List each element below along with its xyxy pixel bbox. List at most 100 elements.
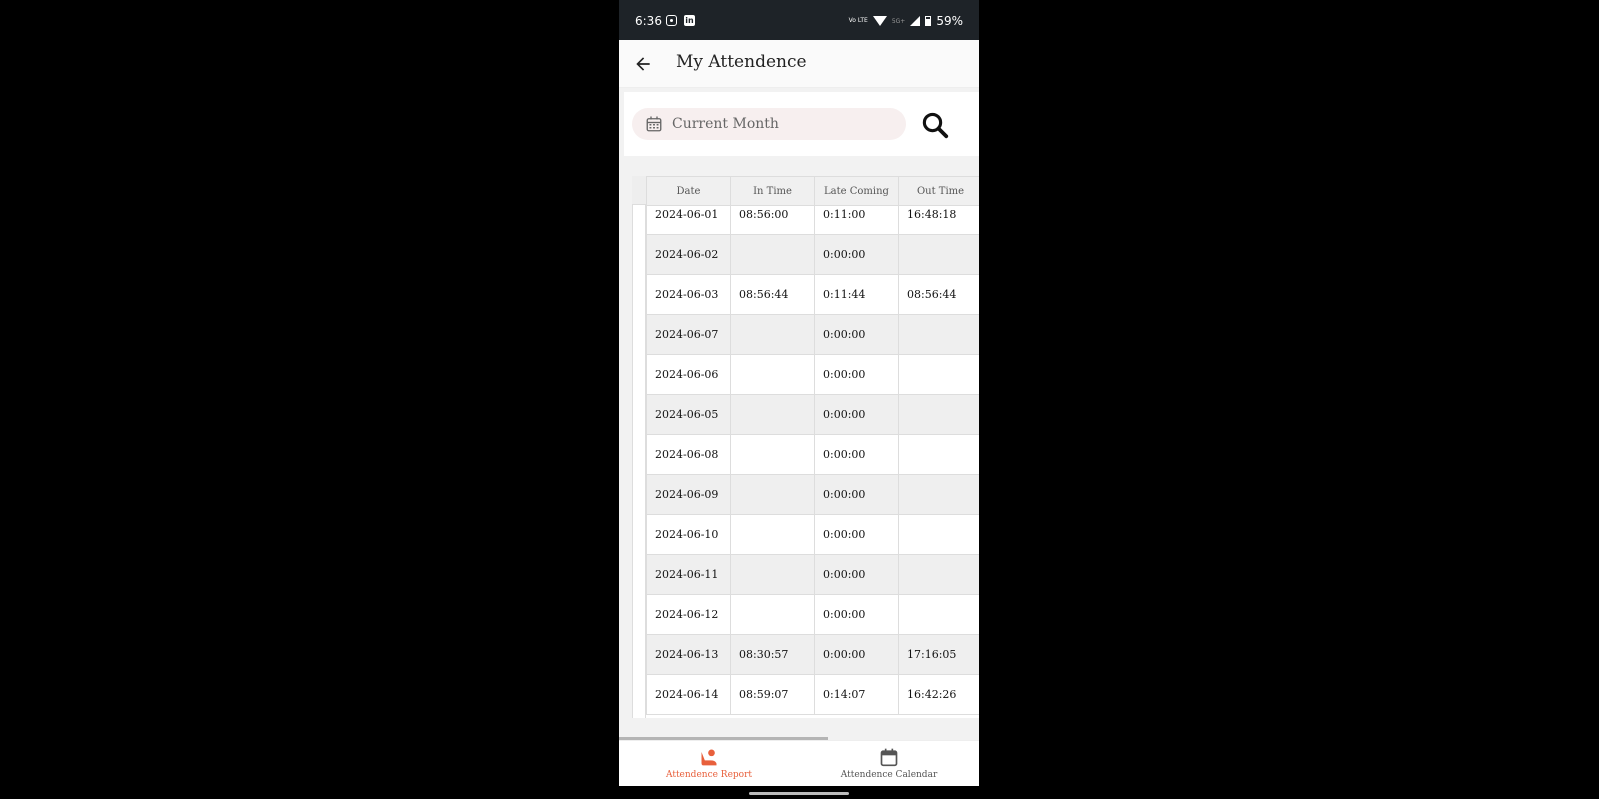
cell-out-time xyxy=(898,234,979,275)
cell-out-time: 16:48:18 xyxy=(898,205,979,235)
column-header-late-coming[interactable]: Late Coming xyxy=(814,176,899,206)
table-row[interactable]: 2024-06-14 08:59:07 0:14:07 16:42:26 xyxy=(646,674,979,715)
cell-date: 2024-06-14 xyxy=(646,674,731,715)
cell-date: 2024-06-06 xyxy=(646,354,731,395)
cell-in-time xyxy=(730,554,815,595)
page-title: My Attendence xyxy=(676,52,807,72)
battery-icon xyxy=(925,16,932,26)
cell-late-coming: 0:14:07 xyxy=(814,674,899,715)
status-right-group: Vo LTE 5G+ 59% xyxy=(849,14,963,28)
column-header-in-time[interactable]: In Time xyxy=(730,176,815,206)
search-icon[interactable] xyxy=(920,110,950,140)
column-header-out-time[interactable]: Out Time xyxy=(898,176,979,206)
bottom-navigation: Attendence Report Attendence Calendar xyxy=(619,740,979,786)
cell-out-time xyxy=(898,554,979,595)
nav-label-report: Attendence Report xyxy=(665,770,752,780)
battery-percent: 59% xyxy=(936,14,963,28)
cell-out-time xyxy=(898,394,979,435)
nav-attendance-report[interactable]: Attendence Report xyxy=(619,741,799,787)
signal-icon xyxy=(910,16,921,26)
cell-in-time xyxy=(730,354,815,395)
volte-icon: Vo LTE xyxy=(848,17,868,24)
cell-in-time xyxy=(730,314,815,355)
phone-screen: 6:36 in Vo LTE 5G+ 59% My Attendence Cur… xyxy=(619,0,979,799)
cell-date: 2024-06-10 xyxy=(646,514,731,555)
month-placeholder: Current Month xyxy=(672,116,779,132)
cell-date: 2024-06-12 xyxy=(646,594,731,635)
cell-late-coming: 0:00:00 xyxy=(814,474,899,515)
row-header-corner xyxy=(632,176,646,205)
cell-date: 2024-06-08 xyxy=(646,434,731,475)
linkedin-icon: in xyxy=(684,15,695,26)
cell-out-time xyxy=(898,514,979,555)
cell-in-time xyxy=(730,514,815,555)
month-picker-field[interactable]: Current Month xyxy=(632,108,906,140)
calendar-icon xyxy=(880,748,898,767)
cell-date: 2024-06-13 xyxy=(646,634,731,675)
cell-late-coming: 0:00:00 xyxy=(814,554,899,595)
table-row[interactable]: 2024-06-02 0:00:00 xyxy=(646,234,979,275)
cell-out-time xyxy=(898,434,979,475)
cell-late-coming: 0:00:00 xyxy=(814,354,899,395)
cell-late-coming: 0:00:00 xyxy=(814,634,899,675)
app-bar: My Attendence xyxy=(619,40,979,88)
table-row[interactable]: 2024-06-06 0:00:00 xyxy=(646,354,979,395)
cell-date: 2024-06-11 xyxy=(646,554,731,595)
cell-late-coming: 0:11:44 xyxy=(814,274,899,315)
table-row[interactable]: 2024-06-12 0:00:00 xyxy=(646,594,979,635)
cell-date: 2024-06-09 xyxy=(646,474,731,515)
cell-late-coming: 0:00:00 xyxy=(814,234,899,275)
cell-date: 2024-06-03 xyxy=(646,274,731,315)
cell-out-time xyxy=(898,594,979,635)
cell-in-time: 08:59:07 xyxy=(730,674,815,715)
cell-out-time xyxy=(898,354,979,395)
cell-in-time xyxy=(730,234,815,275)
attendance-table-container[interactable]: Date In Time Late Coming Out Time 2024-0… xyxy=(632,176,979,718)
settings-notification-icon xyxy=(666,15,677,26)
cell-in-time xyxy=(730,474,815,515)
cell-in-time: 08:56:44 xyxy=(730,274,815,315)
cell-in-time: 08:30:57 xyxy=(730,634,815,675)
cell-late-coming: 0:11:00 xyxy=(814,205,899,235)
cell-out-time: 17:16:05 xyxy=(898,634,979,675)
table-header-row: Date In Time Late Coming Out Time xyxy=(646,176,979,206)
wifi-icon xyxy=(872,16,887,26)
cell-out-time xyxy=(898,474,979,515)
cell-late-coming: 0:00:00 xyxy=(814,394,899,435)
cell-in-time xyxy=(730,434,815,475)
network-type-icon: 5G+ xyxy=(891,17,906,25)
nav-attendance-calendar[interactable]: Attendence Calendar xyxy=(799,741,979,787)
gesture-navigation-bar[interactable] xyxy=(749,792,849,795)
cell-late-coming: 0:00:00 xyxy=(814,514,899,555)
cell-out-time: 08:56:44 xyxy=(898,274,979,315)
table-body: 2024-06-01 08:56:00 0:11:00 16:48:18 2024-06… xyxy=(646,205,979,715)
cell-out-time: 16:42:26 xyxy=(898,674,979,715)
status-bar: 6:36 in Vo LTE 5G+ 59% xyxy=(619,0,979,40)
column-header-date[interactable]: Date xyxy=(646,176,731,206)
table-row[interactable]: 2024-06-01 08:56:00 0:11:00 16:48:18 xyxy=(646,205,979,235)
cell-in-time xyxy=(730,594,815,635)
calendar-icon xyxy=(646,116,662,132)
status-time: 6:36 xyxy=(635,14,662,28)
table-row[interactable]: 2024-06-09 0:00:00 xyxy=(646,474,979,515)
table-row[interactable]: 2024-06-05 0:00:00 xyxy=(646,394,979,435)
table-row[interactable]: 2024-06-11 0:00:00 xyxy=(646,554,979,595)
cell-late-coming: 0:00:00 xyxy=(814,594,899,635)
filter-card: Current Month xyxy=(624,92,979,156)
nav-label-calendar: Attendence Calendar xyxy=(840,770,938,780)
cell-date: 2024-06-01 xyxy=(646,205,731,235)
cell-date: 2024-06-05 xyxy=(646,394,731,435)
table-row[interactable]: 2024-06-13 08:30:57 0:00:00 17:16:05 xyxy=(646,634,979,675)
row-header-strip xyxy=(632,176,646,718)
table-row[interactable]: 2024-06-08 0:00:00 xyxy=(646,434,979,475)
table-row[interactable]: 2024-06-10 0:00:00 xyxy=(646,514,979,555)
table-row[interactable]: 2024-06-03 08:56:44 0:11:44 08:56:44 xyxy=(646,274,979,315)
cell-in-time: 08:56:00 xyxy=(730,205,815,235)
back-arrow-icon[interactable] xyxy=(633,54,653,74)
cell-in-time xyxy=(730,394,815,435)
table-row[interactable]: 2024-06-07 0:00:00 xyxy=(646,314,979,355)
cell-late-coming: 0:00:00 xyxy=(814,434,899,475)
cell-out-time xyxy=(898,314,979,355)
attendance-table: Date In Time Late Coming Out Time 2024-0… xyxy=(646,176,979,715)
cell-late-coming: 0:00:00 xyxy=(814,314,899,355)
